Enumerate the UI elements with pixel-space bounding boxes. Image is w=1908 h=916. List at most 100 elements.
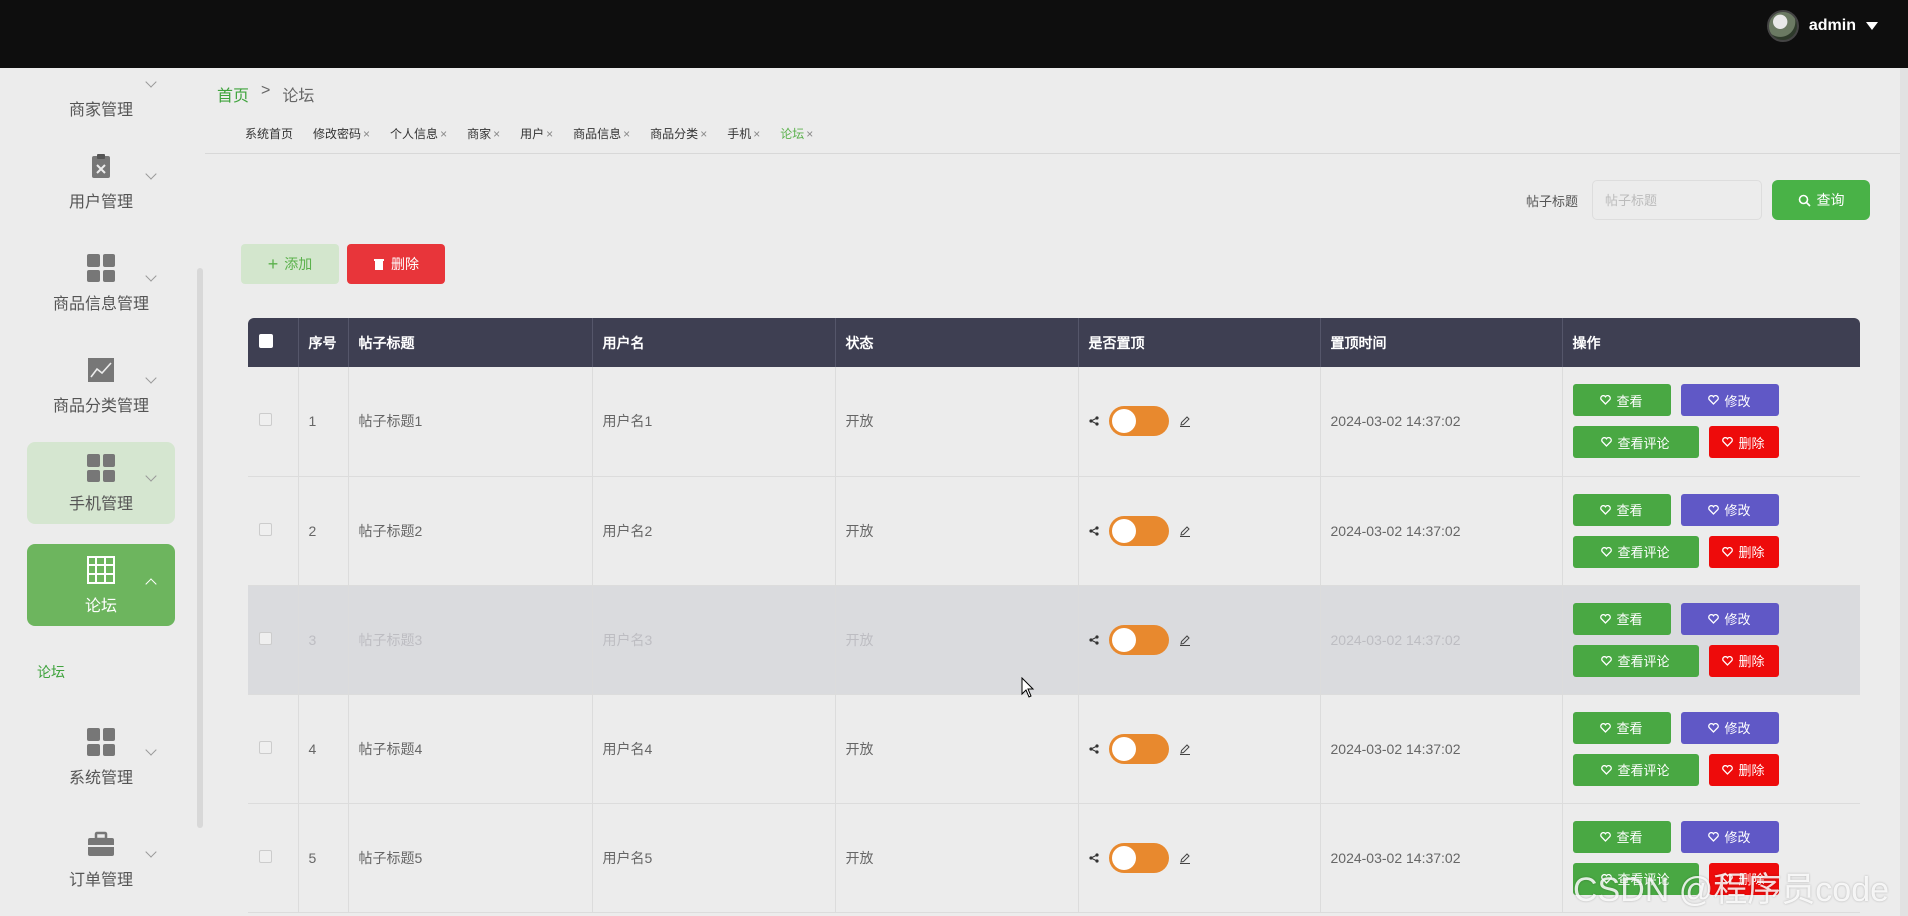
delete-button[interactable]: 删除 — [1708, 753, 1779, 786]
batch-delete-button[interactable]: 删除 — [347, 244, 445, 284]
column-header: 是否置顶 — [1078, 318, 1321, 367]
share-icon — [1088, 634, 1099, 645]
delete-button[interactable]: 删除 — [1708, 644, 1779, 677]
cell-title: 帖子标题3 — [348, 585, 593, 695]
column-header: 帖子标题 — [348, 318, 593, 367]
sidebar-item-orders[interactable]: 订单管理 — [27, 818, 175, 900]
view-comments-button[interactable]: 查看评论 — [1572, 753, 1699, 786]
view-button[interactable]: 查看 — [1572, 820, 1671, 853]
tab-label: 个人信息 — [390, 127, 439, 141]
heart-icon — [1600, 831, 1612, 842]
search-input[interactable] — [1592, 180, 1762, 220]
avatar — [1766, 10, 1799, 42]
table-row[interactable]: 4 帖子标题4 用户名4 开放 2024-03-02 14:37:02 查看 修改 查看评论 删… — [248, 694, 1860, 804]
sidebar-subitem-forum[interactable]: 论坛 — [37, 662, 65, 682]
heart-icon — [1722, 546, 1734, 557]
edit-button[interactable]: 修改 — [1680, 602, 1779, 635]
delete-button-label: 删除 — [1738, 435, 1765, 451]
edit-button[interactable]: 修改 — [1680, 820, 1779, 853]
view-button[interactable]: 查看 — [1572, 493, 1671, 526]
pin-toggle[interactable] — [1108, 515, 1169, 546]
sidebar-item-goods-category[interactable]: 商品分类管理 — [27, 344, 175, 426]
row-actions: 查看 修改查看评论 删除 — [1572, 602, 1860, 677]
close-icon[interactable]: × — [806, 127, 813, 141]
add-button[interactable]: + 添加 — [241, 244, 339, 284]
heart-icon — [1708, 613, 1720, 624]
breadcrumb-home[interactable]: 首页 — [217, 82, 249, 106]
row-checkbox[interactable] — [259, 740, 272, 754]
pencil-icon — [1179, 416, 1190, 428]
close-icon[interactable]: × — [440, 127, 447, 141]
tab-merchant[interactable]: 商家 × — [467, 125, 500, 142]
edit-button-label: 修改 — [1724, 721, 1751, 736]
table-row[interactable]: 3 帖子标题3 用户名3 开放 2024-03-02 14:37:02 查看 修改 查看评论 删… — [248, 585, 1860, 695]
pin-toggle[interactable] — [1108, 406, 1169, 437]
view-comments-label: 查看评论 — [1617, 435, 1670, 451]
sidebar-item-phones[interactable]: 手机管理 — [27, 442, 175, 524]
close-icon[interactable]: × — [363, 127, 370, 141]
cell-user: 用户名2 — [592, 476, 836, 586]
sidebar-item-system[interactable]: 系统管理 — [27, 716, 175, 798]
view-comments-button[interactable]: 查看评论 — [1572, 535, 1699, 568]
row-actions: 查看 修改查看评论 删除 — [1572, 384, 1860, 459]
view-comments-button[interactable]: 查看评论 — [1572, 426, 1699, 459]
cell-pin-time: 2024-03-02 14:37:02 — [1320, 694, 1563, 804]
select-all-checkbox[interactable] — [259, 334, 273, 348]
row-checkbox[interactable] — [259, 413, 272, 427]
heart-icon — [1708, 395, 1720, 406]
row-checkbox[interactable] — [259, 631, 272, 645]
sidebar-scrollbar[interactable] — [197, 268, 203, 828]
view-button-label: 查看 — [1616, 830, 1643, 845]
tab-home[interactable]: 系统首页 — [245, 125, 293, 142]
close-icon[interactable]: × — [546, 127, 553, 141]
pin-toggle[interactable] — [1108, 624, 1169, 655]
table-row[interactable]: 1 帖子标题1 用户名1 开放 2024-03-02 14:37:02 查看 修改 查看评论 删… — [248, 367, 1860, 477]
close-icon[interactable]: × — [753, 127, 760, 141]
table-row[interactable]: 2 帖子标题2 用户名2 开放 2024-03-02 14:37:02 查看 修改 查看评论 删… — [248, 476, 1860, 586]
tab-label: 论坛 — [780, 127, 805, 141]
chevron-down-icon — [145, 470, 157, 482]
row-checkbox[interactable] — [259, 522, 272, 536]
edit-button[interactable]: 修改 — [1680, 384, 1779, 417]
cell-user: 用户名1 — [592, 367, 836, 477]
share-icon — [1088, 743, 1099, 754]
tab-goods-category[interactable]: 商品分类 × — [650, 125, 707, 142]
tab-user[interactable]: 用户 × — [520, 125, 553, 142]
page-scrollbar[interactable] — [1900, 68, 1908, 916]
sidebar-item-goods-info[interactable]: 商品信息管理 — [27, 242, 175, 324]
search-button[interactable]: 查询 — [1772, 180, 1870, 220]
sidebar-item-label: 商家管理 — [68, 102, 133, 119]
close-icon[interactable]: × — [700, 127, 707, 141]
edit-button[interactable]: 修改 — [1680, 493, 1779, 526]
user-menu[interactable]: admin — [1766, 10, 1878, 42]
tab-goods-info[interactable]: 商品信息 × — [573, 125, 630, 142]
delete-button[interactable]: 删除 — [1708, 426, 1779, 459]
view-button[interactable]: 查看 — [1572, 711, 1671, 744]
sidebar-item-forum[interactable]: 论坛 — [27, 544, 175, 626]
pin-toggle[interactable] — [1108, 733, 1169, 764]
heart-icon — [1722, 655, 1734, 666]
tab-phone[interactable]: 手机 × — [727, 125, 760, 142]
row-checkbox[interactable] — [259, 849, 272, 863]
tab-profile[interactable]: 个人信息 × — [390, 125, 447, 142]
close-icon[interactable]: × — [623, 127, 630, 141]
mouse-cursor-icon — [1021, 677, 1035, 698]
tab-forum[interactable]: 论坛 × — [780, 125, 813, 142]
view-button-label: 查看 — [1616, 721, 1643, 736]
close-icon[interactable]: × — [493, 127, 500, 141]
sidebar-item-users[interactable]: 用户管理 — [27, 140, 175, 222]
view-comments-button[interactable]: 查看评论 — [1572, 644, 1699, 677]
row-actions: 查看 修改查看评论 删除 — [1572, 711, 1860, 786]
add-button-label: 添加 — [284, 256, 313, 272]
delete-button[interactable]: 删除 — [1708, 535, 1779, 568]
sidebar-item-merchant[interactable]: 商家管理 — [27, 48, 175, 130]
sidebar-item-label: 系统管理 — [68, 770, 133, 787]
tab-label: 手机 — [727, 127, 752, 141]
edit-button[interactable]: 修改 — [1680, 711, 1779, 744]
view-comments-label: 查看评论 — [1617, 654, 1670, 669]
pin-toggle[interactable] — [1108, 842, 1169, 873]
view-button[interactable]: 查看 — [1572, 602, 1671, 635]
tab-change-password[interactable]: 修改密码 × — [313, 125, 370, 142]
edit-button-label: 修改 — [1724, 612, 1751, 627]
view-button[interactable]: 查看 — [1572, 384, 1671, 417]
